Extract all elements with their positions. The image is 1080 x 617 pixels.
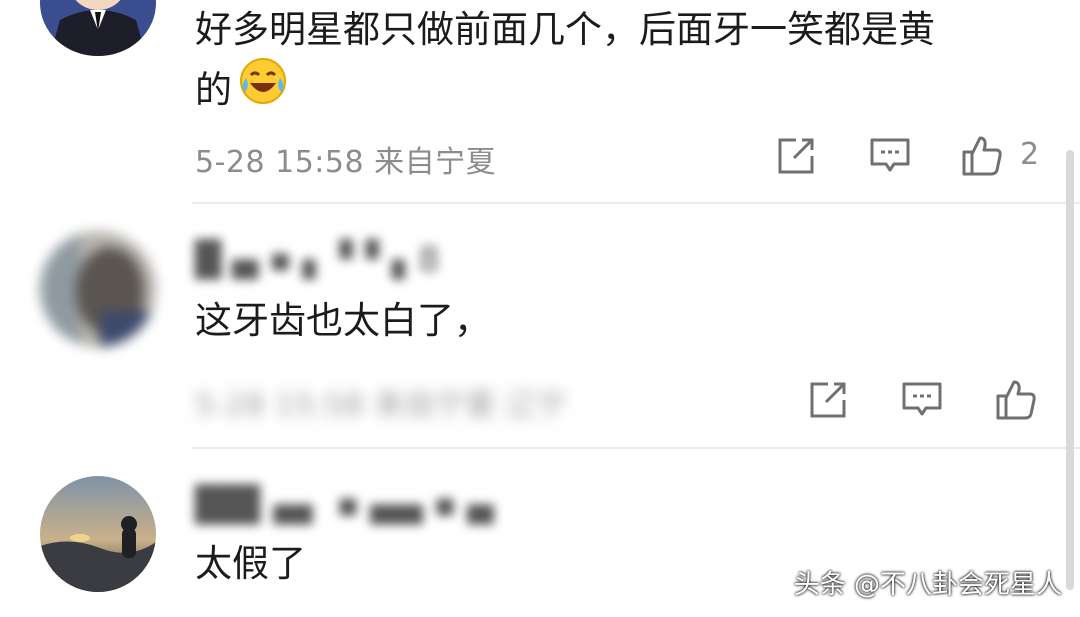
share-button[interactable] [806, 378, 850, 422]
comment-item-1: 好多明星都只做前面几个，后面牙一笑都是黄 的 5-28 15:58 来自宁夏 2 [0, 0, 1080, 205]
comment-icon [902, 382, 942, 416]
comment-text: 太假了 [195, 542, 306, 585]
comment-meta: 5-28 15:58 来自宁夏 辽宁 [195, 388, 568, 423]
avatar[interactable] [40, 476, 156, 592]
divider [192, 202, 1080, 204]
reply-button[interactable] [868, 134, 912, 178]
comment-item-2: █ ▄ ▪ ▖ ▘▘▖8 这牙齿也太白了， 5-28 15:58 来自宁夏 辽宁 [0, 205, 1080, 450]
laughing-crying-emoji-icon [238, 56, 288, 122]
thumbs-up-icon [962, 136, 1002, 176]
comment-text-line: 的 [195, 68, 232, 112]
comment-timestamp-location: 5-28 15:58 来自宁夏 [195, 145, 497, 180]
comment-text-line: 好多明星都只做前面几个，后面牙一笑都是黄 [195, 8, 935, 51]
like-button[interactable] [994, 378, 1038, 422]
comment-icon [870, 138, 910, 172]
reply-button[interactable] [900, 378, 944, 422]
comment-text: 好多明星都只做前面几个，后面牙一笑都是黄 [195, 2, 935, 58]
watermark: 头条 @不八卦会死星人 [793, 570, 1062, 600]
like-button[interactable] [960, 134, 1004, 178]
avatar[interactable] [40, 0, 156, 56]
avatar[interactable] [40, 231, 156, 347]
comment-text: 这牙齿也太白了， [195, 299, 491, 342]
share-icon [778, 138, 814, 174]
thumbs-up-icon [996, 380, 1036, 420]
username[interactable]: █ ▄ ▪ ▖ ▘▘▖8 [195, 240, 440, 280]
share-icon [810, 382, 846, 418]
like-count: 2 [1020, 137, 1040, 172]
divider [192, 447, 1080, 449]
comment-meta: 5-28 15:58 来自宁夏 [195, 137, 496, 181]
share-button[interactable] [774, 134, 818, 178]
scrollbar[interactable] [1066, 150, 1074, 590]
username[interactable]: ██▌▄▖ ▪ ▄▄ ▪ ▄ [195, 485, 494, 525]
comment-text-continued: 的 [195, 58, 288, 122]
